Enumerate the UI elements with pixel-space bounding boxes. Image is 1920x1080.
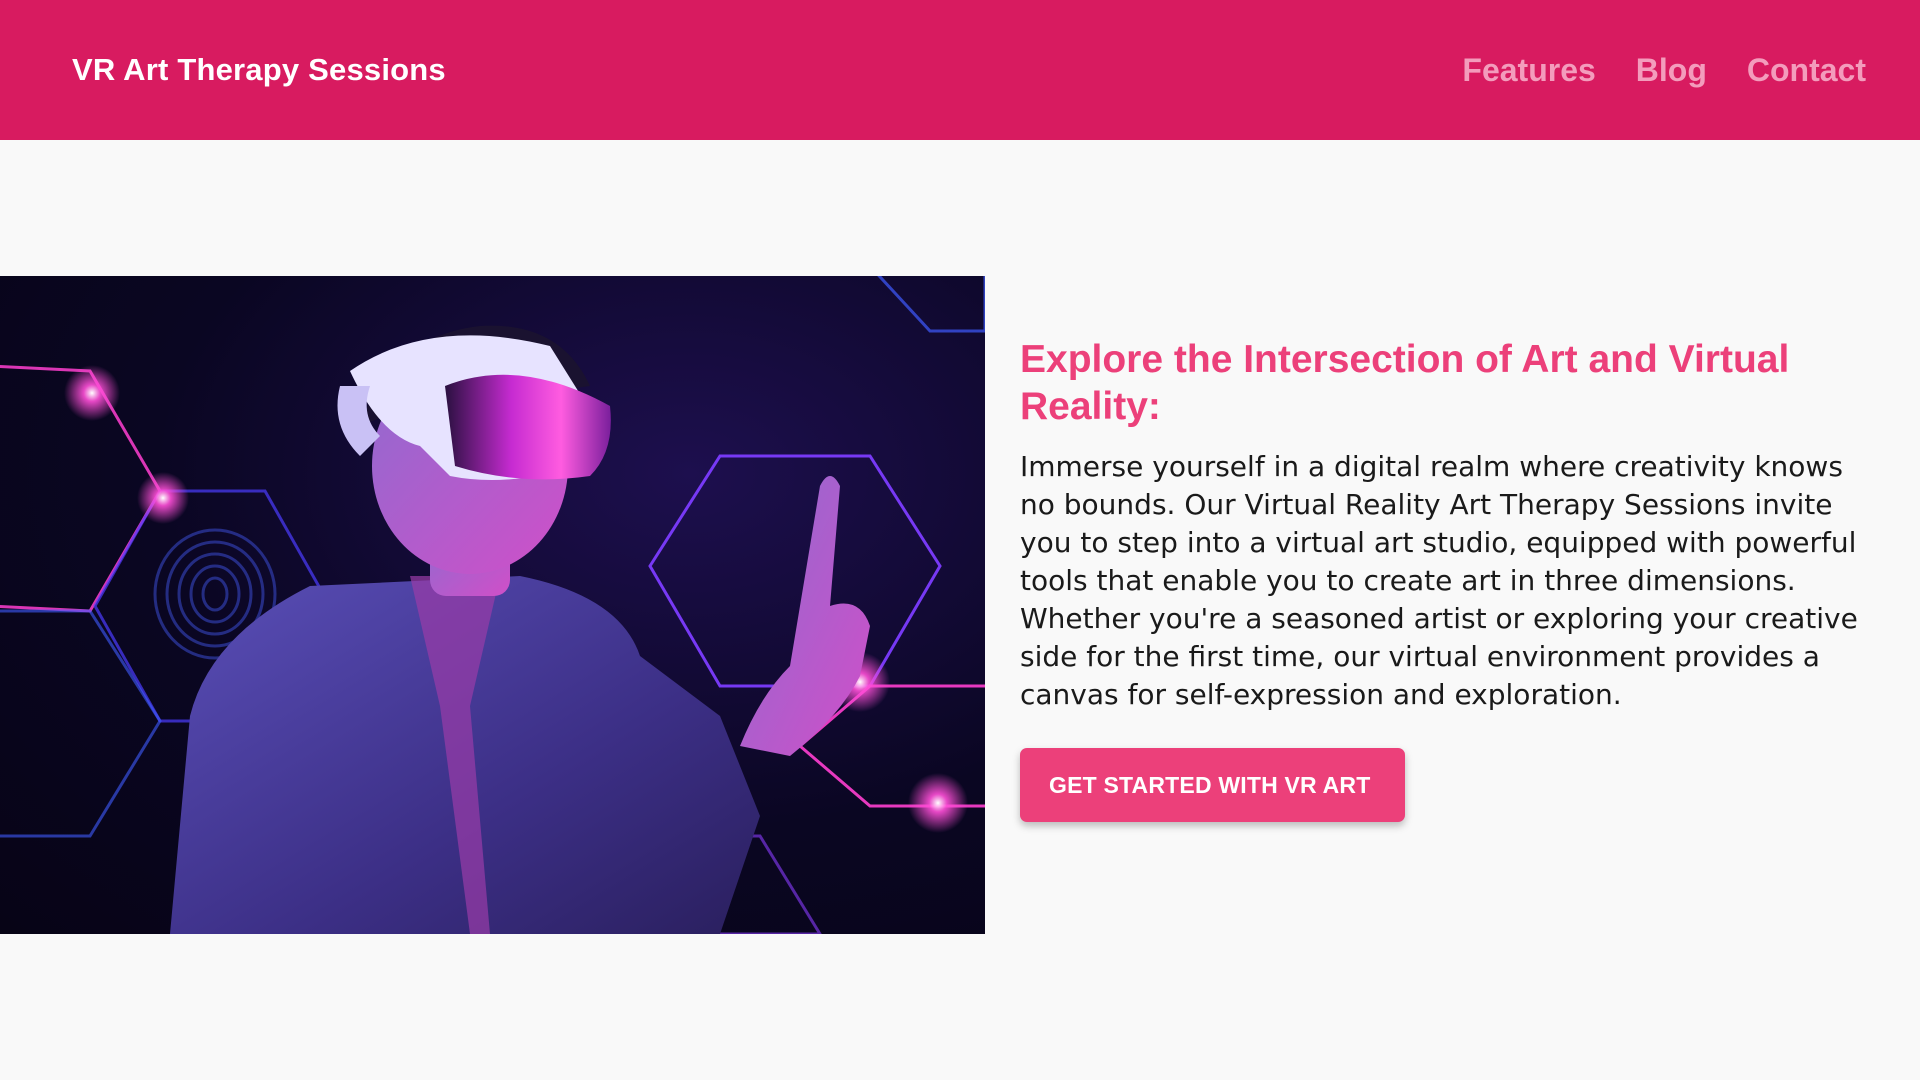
get-started-button[interactable]: GET STARTED WITH VR ART	[1020, 748, 1406, 822]
hero-image	[0, 276, 985, 934]
nav-link-features[interactable]: Features	[1462, 52, 1595, 89]
hero-title: Explore the Intersection of Art and Virt…	[1020, 338, 1790, 428]
hero-description: Immerse yourself in a digital realm wher…	[1020, 450, 1858, 711]
brand-logo-link[interactable]: VR Art Therapy Sessions	[72, 52, 446, 88]
hero-content: Explore the Intersection of Art and Virt…	[1020, 336, 1870, 822]
nav-link-blog[interactable]: Blog	[1636, 52, 1707, 89]
site-header: VR Art Therapy Sessions Features Blog Co…	[0, 0, 1920, 140]
vr-headset-person-illustration	[0, 276, 985, 934]
main-nav: Features Blog Contact	[1462, 52, 1866, 89]
nav-link-contact[interactable]: Contact	[1747, 52, 1866, 89]
